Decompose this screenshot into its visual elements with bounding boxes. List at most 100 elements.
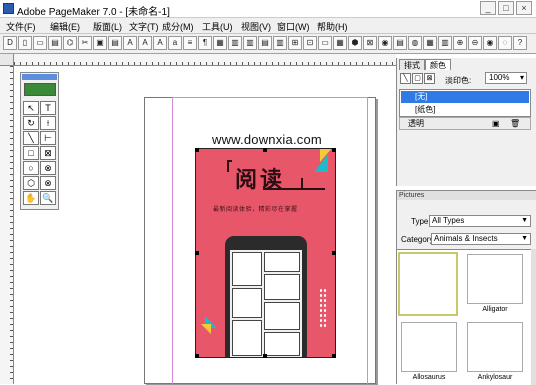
tab-colors[interactable]: 颜色 xyxy=(425,59,451,70)
toolbar-button[interactable]: ⊡ xyxy=(303,36,317,50)
menu-file[interactable]: 文件(F) xyxy=(6,20,36,33)
toolbar-button[interactable]: ▭ xyxy=(318,36,332,50)
toolbar-button[interactable]: ▥ xyxy=(243,36,257,50)
pictures-grid[interactable]: Alligator Allosaurus Ankylosaur xyxy=(397,249,531,385)
tool-button[interactable]: ⊗ xyxy=(40,161,56,175)
thumb-allosaurus[interactable] xyxy=(401,322,457,372)
menu-help[interactable]: 帮助(H) xyxy=(317,20,348,33)
toolbar-button[interactable]: ⬢ xyxy=(348,36,362,50)
toolbar-button[interactable]: ▤ xyxy=(48,36,62,50)
toolbox-titlebar[interactable] xyxy=(22,74,57,80)
menu-element[interactable]: 成分(M) xyxy=(162,20,194,33)
minimize-button[interactable]: _ xyxy=(480,1,496,15)
chevron-down-icon: ▼ xyxy=(521,217,528,224)
thumb-alligator[interactable] xyxy=(467,254,523,304)
toolbar-button[interactable]: ▦ xyxy=(213,36,227,50)
maximize-button[interactable]: □ xyxy=(498,1,514,15)
color-row-none[interactable]: [无] xyxy=(401,91,529,103)
resize-handle[interactable] xyxy=(195,354,199,358)
color-row-paper[interactable]: [纸色] xyxy=(401,104,529,116)
toolbar-button[interactable]: ≡ xyxy=(183,36,197,50)
tool-button[interactable]: ↖ xyxy=(23,101,39,115)
category-select[interactable]: Animals & Insects ▼ xyxy=(431,233,531,245)
vertical-ruler[interactable] xyxy=(0,66,14,384)
toolbar-button[interactable]: ▥ xyxy=(228,36,242,50)
placed-image[interactable]: 阅读 最新阅读体验，精彩尽在掌握 xyxy=(195,148,336,358)
toolbar-button[interactable]: ⊕ xyxy=(453,36,467,50)
color-list[interactable]: [无] [纸色] xyxy=(399,89,531,117)
resize-handle[interactable] xyxy=(332,251,336,255)
tab-styles[interactable]: 排式 xyxy=(399,59,425,70)
tint-select[interactable]: 100% ▾ xyxy=(485,72,527,84)
tool-button[interactable]: ⊢ xyxy=(40,131,56,145)
toolbar-button[interactable]: ▥ xyxy=(438,36,452,50)
toolbar-button[interactable]: ⊞ xyxy=(288,36,302,50)
toolbar-button[interactable]: ⊠ xyxy=(363,36,377,50)
toolbar-button[interactable]: ▣ xyxy=(93,36,107,50)
toolbar-button[interactable]: ? xyxy=(513,36,527,50)
resize-handle[interactable] xyxy=(195,251,199,255)
toolbar-button[interactable]: ◉ xyxy=(483,36,497,50)
tool-button[interactable]: 🔍 xyxy=(40,191,56,205)
tool-button[interactable]: ⟊ xyxy=(40,116,56,130)
fill-icon[interactable]: ▢ xyxy=(412,73,423,84)
tool-button[interactable]: ⬡ xyxy=(23,176,39,190)
toolbar-button[interactable]: ▯ xyxy=(18,36,32,50)
resize-handle[interactable] xyxy=(263,354,267,358)
stroke-icon[interactable]: ╲ xyxy=(400,73,411,84)
toolbar-button[interactable]: ▦ xyxy=(333,36,347,50)
toolbox-preview xyxy=(24,83,56,96)
menu-type[interactable]: 文字(T) xyxy=(129,20,159,33)
menu-layout[interactable]: 版面(L) xyxy=(93,20,122,33)
both-icon[interactable]: ⊠ xyxy=(424,73,435,84)
tool-button[interactable]: ⊗ xyxy=(40,176,56,190)
close-button[interactable]: × xyxy=(516,1,532,15)
toolbar-button[interactable]: ⊖ xyxy=(468,36,482,50)
toolbar-button[interactable]: ¶ xyxy=(198,36,212,50)
toolbar-button[interactable]: ◍ xyxy=(408,36,422,50)
tool-button[interactable]: ↻ xyxy=(23,116,39,130)
resize-handle[interactable] xyxy=(332,148,336,152)
toolbox-palette[interactable]: ↖ T ↻ ⟊ ╲ ⊢ □ ⊠ ○ ⊗ ⬡ ⊗ ✋ 🔍 xyxy=(20,72,59,210)
resize-handle[interactable] xyxy=(332,354,336,358)
toolbar-button[interactable]: ▥ xyxy=(273,36,287,50)
tool-button[interactable]: T xyxy=(40,101,56,115)
toolbar-button[interactable]: ▭ xyxy=(33,36,47,50)
tool-button[interactable]: ╲ xyxy=(23,131,39,145)
toolbar-button[interactable]: ▦ xyxy=(423,36,437,50)
pictures-scrollbar[interactable] xyxy=(531,249,536,385)
thumb-ankylosaur[interactable] xyxy=(467,322,523,372)
toolbar-button[interactable]: A xyxy=(123,36,137,50)
thumb-caption: Allosaurus xyxy=(412,374,446,381)
menu-window[interactable]: 窗口(W) xyxy=(277,20,310,33)
thumb-beetle[interactable] xyxy=(398,252,458,316)
type-value: All Types xyxy=(432,216,465,225)
horizontal-ruler[interactable] xyxy=(14,54,396,66)
menu-view[interactable]: 视图(V) xyxy=(241,20,271,33)
new-color-icon[interactable]: ▣ xyxy=(492,118,500,129)
toolbar-button[interactable]: A xyxy=(153,36,167,50)
toolbar-button[interactable]: ▤ xyxy=(258,36,272,50)
image-border xyxy=(195,148,336,358)
tool-button[interactable]: □ xyxy=(23,146,39,160)
tool-button[interactable]: ○ xyxy=(23,161,39,175)
ruler-origin[interactable] xyxy=(0,54,14,66)
toolbar-button[interactable]: ◉ xyxy=(378,36,392,50)
toolbar-button[interactable]: ▤ xyxy=(393,36,407,50)
trash-icon[interactable]: 🗑 xyxy=(510,118,520,129)
toolbar-button[interactable]: D xyxy=(3,36,17,50)
type-select[interactable]: All Types ▼ xyxy=(429,215,531,227)
menu-utilities[interactable]: 工具(U) xyxy=(202,20,233,33)
resize-handle[interactable] xyxy=(263,148,267,152)
toolbar-button[interactable]: ▤ xyxy=(108,36,122,50)
toolbar-button[interactable]: a xyxy=(168,36,182,50)
tool-button[interactable]: ⊠ xyxy=(40,146,56,160)
resize-handle[interactable] xyxy=(195,148,199,152)
tool-button[interactable]: ✋ xyxy=(23,191,39,205)
toolbar-button[interactable]: ◌ xyxy=(498,36,512,50)
toolbar-button[interactable]: ✂ xyxy=(78,36,92,50)
toolbar-button[interactable]: ⌬ xyxy=(63,36,77,50)
tint-label: 淡印色: xyxy=(445,76,472,85)
menu-edit[interactable]: 编辑(E) xyxy=(50,20,80,33)
toolbar-button[interactable]: A xyxy=(138,36,152,50)
